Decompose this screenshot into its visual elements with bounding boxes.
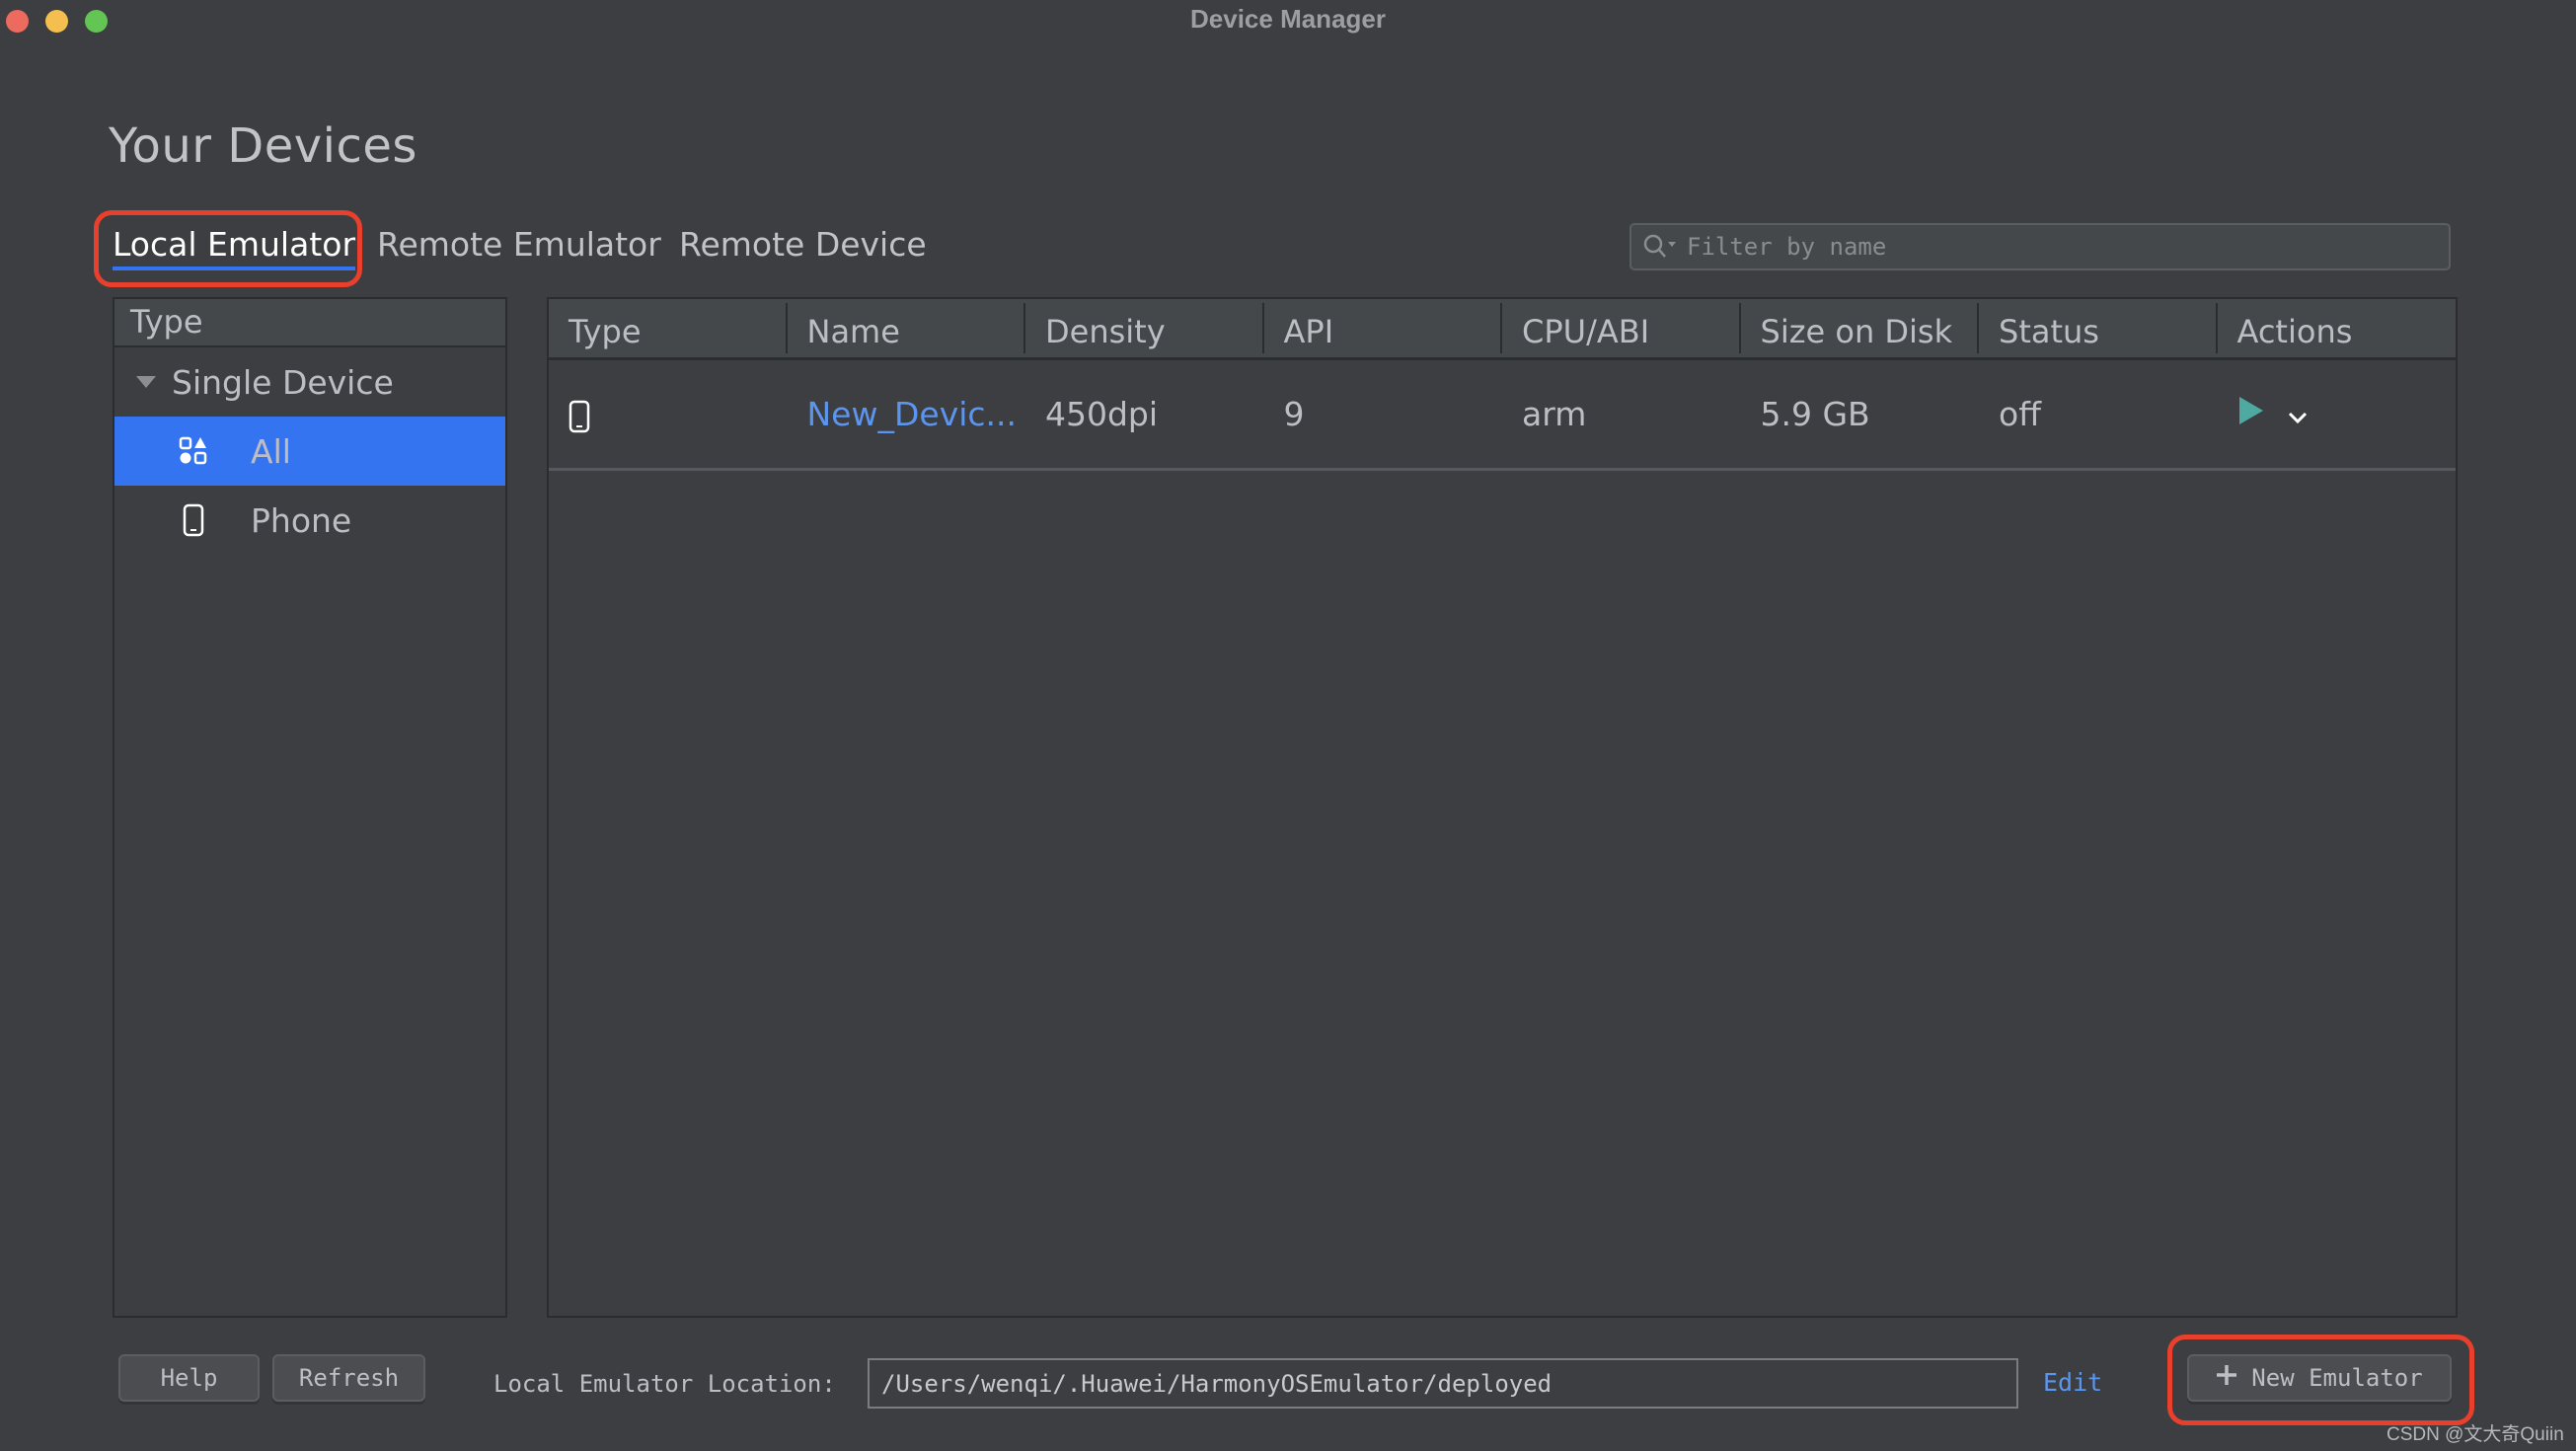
phone-icon [174,503,213,537]
cell-density: 450dpi [1045,395,1159,433]
window-title: Device Manager [1190,4,1386,34]
tab-remote-emulator[interactable]: Remote Emulator [377,225,661,264]
cell-api: 9 [1283,395,1305,433]
cell-cpu-abi: arm [1522,395,1587,433]
table-row[interactable]: New_Devic... 450dpi 9 arm 5.9 GB off [549,360,2456,471]
chevron-down-icon[interactable] [2287,395,2309,433]
filter-field[interactable] [1629,223,2451,270]
phone-icon [568,395,590,433]
sidebar-item-label: All [251,431,291,471]
edit-location-link[interactable]: Edit [2043,1368,2102,1397]
sidebar-group-label: Single Device [172,362,394,402]
location-field[interactable] [868,1358,2018,1409]
filter-input[interactable] [1687,233,2437,261]
location-input[interactable] [881,1369,1997,1398]
run-icon[interactable] [2237,395,2265,434]
sidebar-item-label: Phone [251,500,352,540]
refresh-button[interactable]: Refresh [272,1354,425,1402]
cell-actions [2218,395,2457,434]
new-emulator-label: New Emulator [2251,1364,2423,1392]
column-header-cpu-abi[interactable]: CPU/ABI [1502,303,1741,353]
location-label: Local Emulator Location: [493,1370,836,1398]
sidebar-item-all[interactable]: All [114,417,505,486]
cell-size: 5.9 GB [1760,395,1870,433]
devices-table: Type Name Density API CPU/ABI Size on Di… [547,297,2458,1318]
watermark: CSDN @文大奇Quiin [2387,1424,2564,1445]
cell-name-link[interactable]: New_Devic... [788,395,1026,433]
sidebar-group-single-device[interactable]: Single Device [114,347,505,417]
cell-status: off [1999,395,2041,433]
new-emulator-button[interactable]: New Emulator [2187,1354,2452,1402]
help-button[interactable]: Help [118,1354,260,1402]
tab-local-emulator[interactable]: Local Emulator [113,225,356,270]
cell-type [549,395,788,433]
column-header-name[interactable]: Name [788,303,1025,353]
type-sidebar: Type Single Device All Phone [113,297,507,1318]
column-header-density[interactable]: Density [1025,303,1264,353]
search-icon[interactable] [1643,234,1677,260]
all-types-icon [174,436,213,466]
column-header-actions[interactable]: Actions [2218,303,2457,353]
sidebar-item-phone[interactable]: Phone [114,486,505,555]
plus-icon [2216,1364,2237,1392]
column-header-status[interactable]: Status [1979,303,2218,353]
table-header: Type Name Density API CPU/ABI Size on Di… [549,299,2456,360]
column-header-size[interactable]: Size on Disk [1741,303,1979,353]
page-title: Your Devices [109,118,417,174]
sidebar-header: Type [114,299,505,347]
column-header-type[interactable]: Type [549,303,788,353]
column-header-api[interactable]: API [1264,303,1502,353]
tab-remote-device[interactable]: Remote Device [679,225,927,264]
expand-triangle-icon[interactable] [136,376,156,388]
